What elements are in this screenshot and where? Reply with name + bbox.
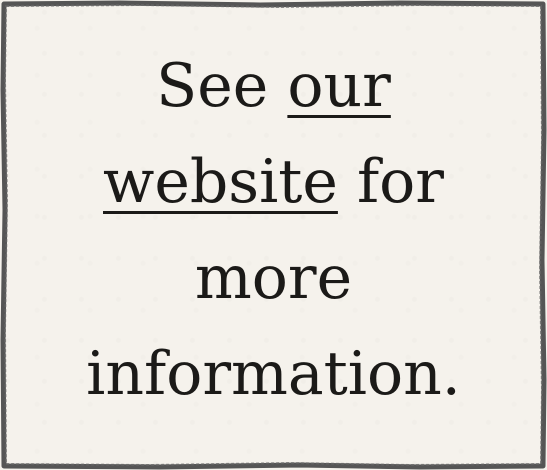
notice-line-3: more [194, 243, 353, 313]
notice-prefix: See [156, 51, 288, 121]
notice-card: See our website for more information. [0, 0, 547, 470]
notice-line-4: information. [86, 339, 461, 409]
notice-text: See our website for more information. [0, 38, 547, 422]
notice-after-link: for [337, 147, 444, 217]
notice-line-1: See our [0, 38, 547, 134]
notice-line-2: website for [0, 134, 547, 230]
link-website[interactable]: website [103, 147, 338, 217]
link-our[interactable]: our [287, 51, 390, 121]
